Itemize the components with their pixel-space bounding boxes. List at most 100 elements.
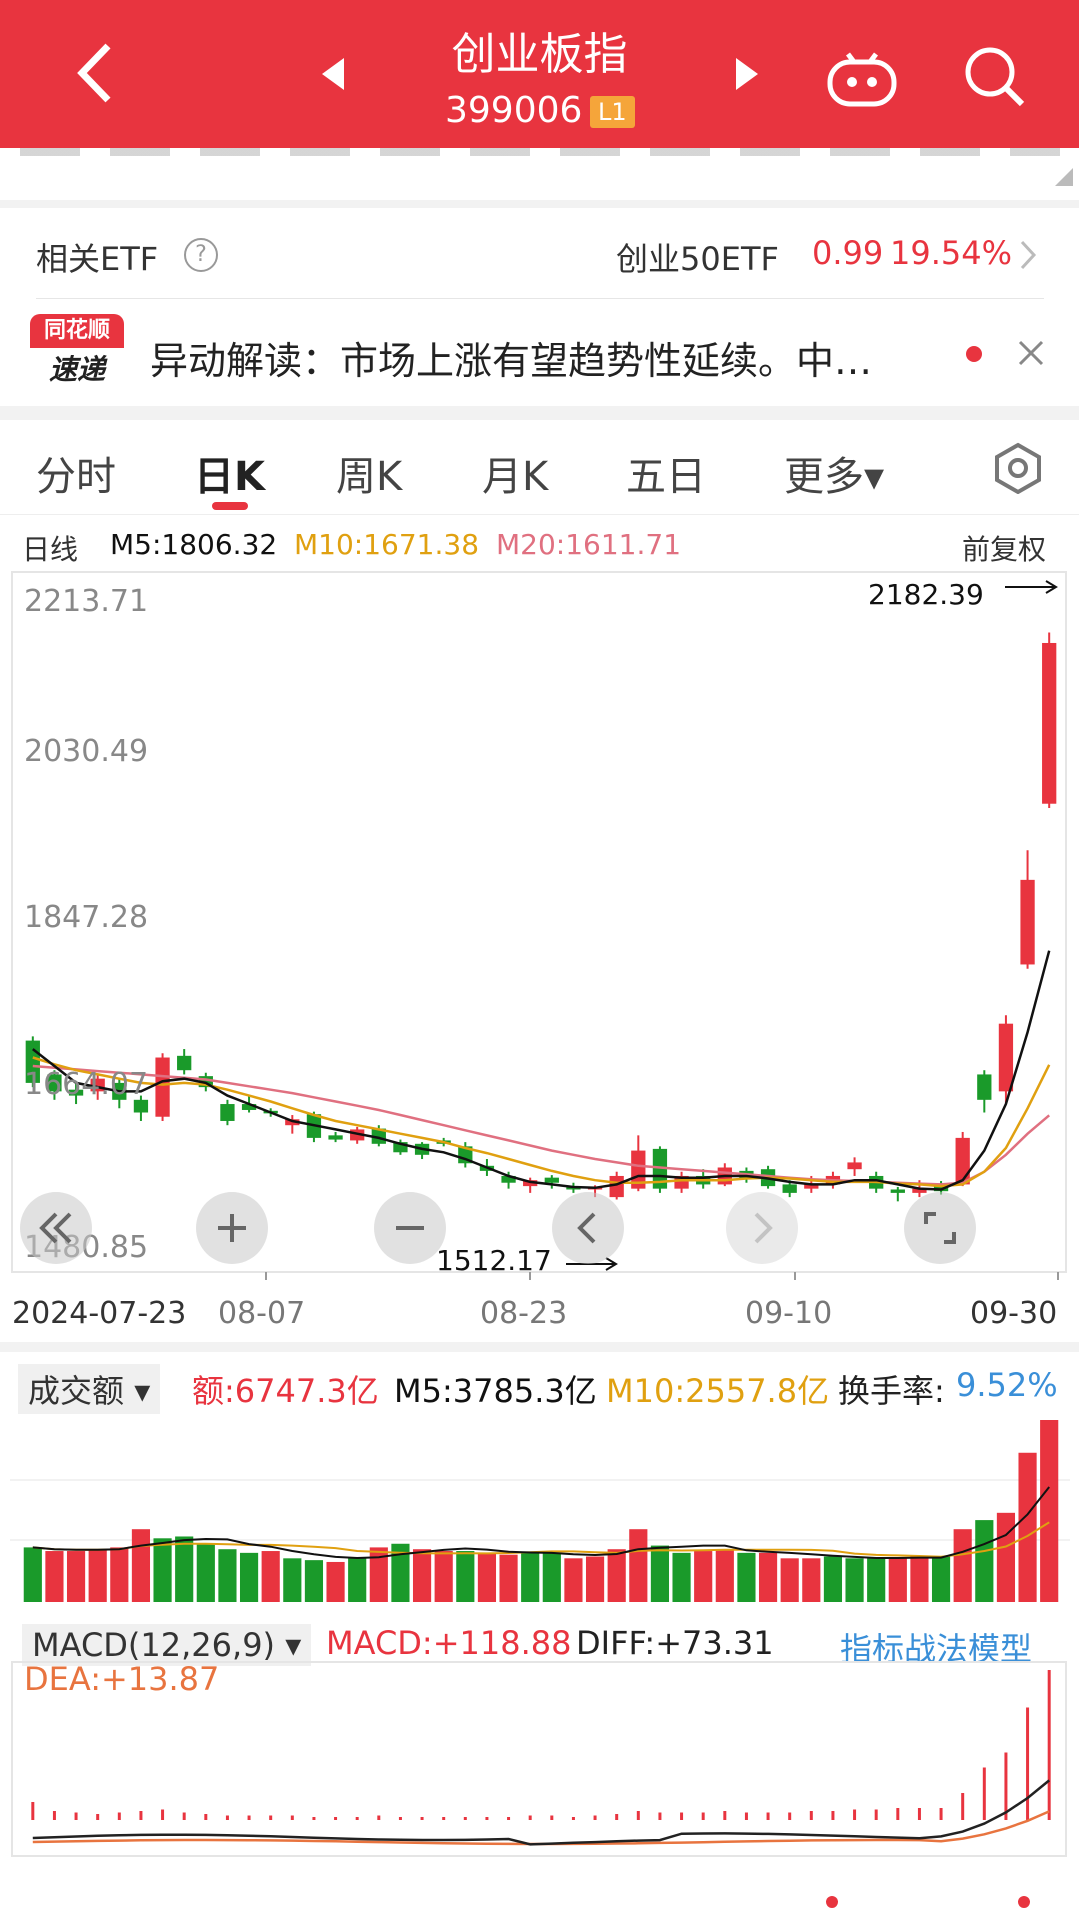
- high-annotation: 2182.39: [868, 578, 984, 611]
- divider: [0, 406, 1079, 420]
- candle-body: [544, 1177, 559, 1183]
- volume-bar: [45, 1551, 64, 1602]
- vol-m5-value: M5:3785.3亿: [394, 1372, 597, 1410]
- volume-bar: [975, 1520, 994, 1602]
- adjust-mode[interactable]: 前复权: [962, 528, 1046, 568]
- candle-body: [890, 1189, 905, 1193]
- m10-value: M10:1671.38: [294, 528, 480, 561]
- period-tabs: 分时 日K 周K 月K 五日 更多▾: [0, 420, 1079, 512]
- candlestick-chart[interactable]: [0, 570, 1079, 1280]
- page-dot: [826, 1896, 838, 1908]
- date-axis-label: 09-30: [970, 1296, 1058, 1331]
- price-axis-label: 2030.49: [24, 734, 149, 769]
- ths-express-logo: 同花顺 速递: [30, 314, 124, 394]
- active-tab-indicator: [212, 502, 248, 510]
- divider: [0, 514, 1079, 515]
- volume-bar: [23, 1547, 42, 1602]
- volume-indicator-selector[interactable]: 成交额 ▾: [18, 1364, 161, 1414]
- volume-bar: [715, 1549, 734, 1602]
- m5-value: M5:1806.32: [110, 528, 278, 561]
- volume-bar: [283, 1558, 302, 1602]
- volume-bar: [456, 1551, 475, 1602]
- etf-change-pct: 19.54%: [890, 234, 1013, 272]
- scroll-right-button[interactable]: [726, 1192, 798, 1264]
- candle-body: [155, 1057, 170, 1117]
- related-etf-row[interactable]: 相关ETF ? 创业50ETF 0.99 19.54%: [0, 208, 1079, 298]
- news-alert-row[interactable]: 同花顺 速递 异动解读：市场上涨有望趋势性延续。中…: [0, 300, 1079, 404]
- tab-weekly-k[interactable]: 周K: [336, 444, 402, 502]
- volume-bar: [110, 1547, 129, 1602]
- next-index-button[interactable]: [732, 56, 762, 92]
- chevron-right-icon: [754, 1212, 773, 1244]
- robot-assistant-button[interactable]: [826, 44, 898, 108]
- volume-bar: [131, 1529, 151, 1602]
- volume-bar: [758, 1552, 778, 1602]
- volume-bar: [261, 1551, 280, 1602]
- volume-bar: [931, 1556, 951, 1602]
- volume-bar: [802, 1558, 821, 1602]
- volume-legend: 成交额 ▾ 额:6747.3亿 M5:3785.3亿 M10:2557.8亿 换…: [0, 1364, 1079, 1414]
- date-axis-label: 08-23: [480, 1296, 568, 1331]
- candle-body: [977, 1074, 992, 1100]
- index-code: 399006: [445, 90, 583, 131]
- volume-bar: [910, 1556, 929, 1602]
- plus-icon: [218, 1214, 246, 1242]
- volume-bar: [737, 1552, 756, 1602]
- tab-five-day[interactable]: 五日: [626, 444, 706, 502]
- search-icon: [965, 47, 1025, 107]
- candle-body: [847, 1162, 862, 1170]
- etf-label: 相关ETF: [36, 240, 159, 278]
- volume-bar: [672, 1552, 691, 1602]
- scroll-left-button[interactable]: [552, 1192, 624, 1264]
- macd-value: MACD:+118.88: [326, 1624, 572, 1662]
- volume-chart[interactable]: [0, 1414, 1079, 1604]
- volume-bar: [629, 1529, 648, 1602]
- volume-bar: [650, 1545, 670, 1602]
- fast-rewind-button[interactable]: [20, 1192, 92, 1264]
- candle-body: [1042, 642, 1057, 804]
- macd-chart[interactable]: [0, 1660, 1079, 1860]
- volume-bar: [564, 1558, 583, 1602]
- volume-bar: [66, 1551, 86, 1602]
- volume-bar: [348, 1558, 367, 1602]
- candle-body: [328, 1135, 343, 1140]
- date-axis-label: 2024-07-23: [12, 1296, 187, 1331]
- vol-m10-value: M10:2557.8亿: [606, 1372, 830, 1410]
- level-badge: L1: [590, 96, 635, 128]
- expand-icon: [924, 1212, 956, 1244]
- search-button[interactable]: [962, 44, 1028, 110]
- volume-bar: [239, 1552, 259, 1602]
- volume-bar: [607, 1549, 626, 1602]
- tab-monthly-k[interactable]: 月K: [482, 444, 548, 502]
- news-headline: 异动解读：市场上涨有望趋势性延续。中…: [150, 339, 873, 383]
- price-axis-label: 2213.71: [24, 584, 149, 619]
- volume-bar: [1040, 1420, 1059, 1602]
- m20-value: M20:1611.71: [496, 528, 682, 561]
- tab-intraday[interactable]: 分时: [36, 444, 116, 502]
- amount-value: 额:6747.3亿: [192, 1372, 379, 1410]
- volume-bar: [153, 1538, 172, 1602]
- volume-bar: [780, 1558, 799, 1602]
- tab-more[interactable]: 更多▾: [784, 444, 884, 502]
- tab-daily-k[interactable]: 日K: [194, 444, 265, 502]
- quote-row-partial: [0, 148, 1079, 200]
- minus-icon: [396, 1226, 424, 1230]
- fullscreen-button[interactable]: [904, 1192, 976, 1264]
- close-icon[interactable]: [1018, 340, 1044, 366]
- settings-hexagon-icon[interactable]: [992, 442, 1044, 494]
- volume-bar: [434, 1551, 453, 1602]
- help-icon[interactable]: ?: [184, 238, 218, 272]
- zoom-out-button[interactable]: [374, 1192, 446, 1264]
- volume-bar: [218, 1549, 237, 1602]
- zoom-in-button[interactable]: [196, 1192, 268, 1264]
- date-axis-label: 08-07: [218, 1296, 306, 1331]
- volume-bar: [694, 1551, 713, 1602]
- etf-name: 创业50ETF: [616, 240, 779, 278]
- volume-bar: [521, 1552, 540, 1602]
- divider: [0, 1342, 1079, 1352]
- etf-price: 0.99: [812, 234, 884, 272]
- page-dot: [1018, 1896, 1030, 1908]
- volume-bar: [175, 1536, 194, 1602]
- volume-bar: [585, 1556, 605, 1602]
- price-axis-label: 1664.07: [24, 1067, 149, 1102]
